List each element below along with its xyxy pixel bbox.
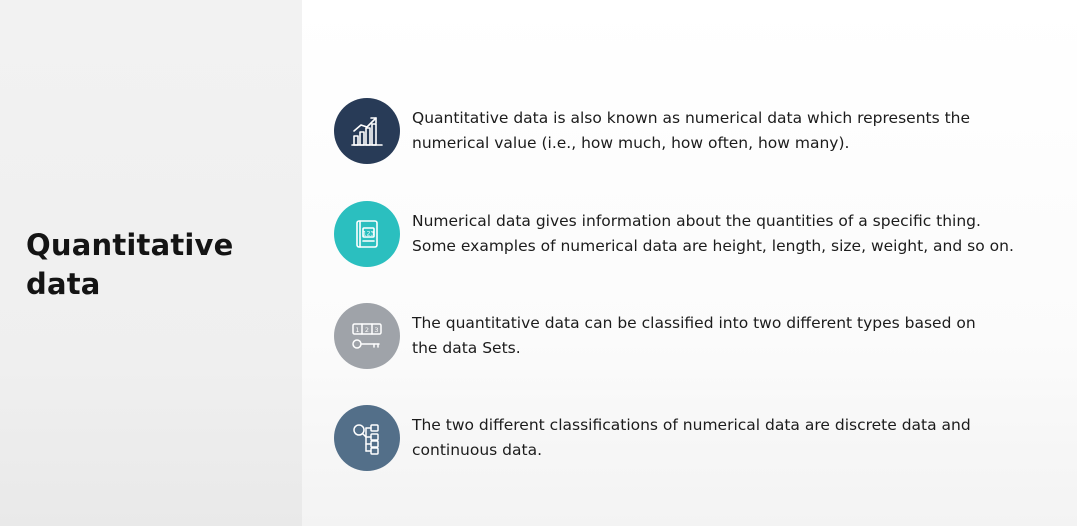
slide-title-line: Quantitative (26, 228, 234, 262)
icon-badge: 123 (334, 201, 400, 267)
bullet-text: The quantitative data can be classified … (412, 311, 1062, 361)
bullet-text-line: Numerical data gives information about t… (412, 212, 981, 230)
number-key-icon: 1 2 3 (352, 323, 382, 349)
svg-text:1: 1 (355, 326, 359, 334)
bullet-text-line: numerical value (i.e., how much, how oft… (412, 134, 850, 152)
bullet-text-line: The quantitative data can be classified … (412, 314, 976, 332)
bullet-text: Quantitative data is also known as numer… (412, 106, 1062, 156)
icon-badge (334, 405, 400, 471)
bullet-text: The two different classifications of num… (412, 413, 1062, 463)
slide-title: Quantitative data (26, 226, 286, 304)
slide-title-line: data (26, 267, 101, 301)
svg-text:2: 2 (365, 326, 369, 334)
numbers-book-icon: 123 (356, 220, 378, 248)
bullet-text-line: the data Sets. (412, 339, 521, 357)
bullet-text-line: Quantitative data is also known as numer… (412, 109, 971, 127)
bullet-text-line: Some examples of numerical data are heig… (412, 237, 1014, 255)
bullet-text: Numerical data gives information about t… (412, 209, 1062, 259)
icon-badge: 1 2 3 (334, 303, 400, 369)
icon-badge (334, 98, 400, 164)
svg-text:123: 123 (363, 231, 375, 238)
bullet-text-line: The two different classifications of num… (412, 416, 971, 434)
svg-text:3: 3 (374, 326, 378, 334)
growth-chart-icon (351, 117, 383, 146)
hierarchy-classification-icon (353, 424, 379, 455)
bullet-text-line: continuous data. (412, 441, 543, 459)
